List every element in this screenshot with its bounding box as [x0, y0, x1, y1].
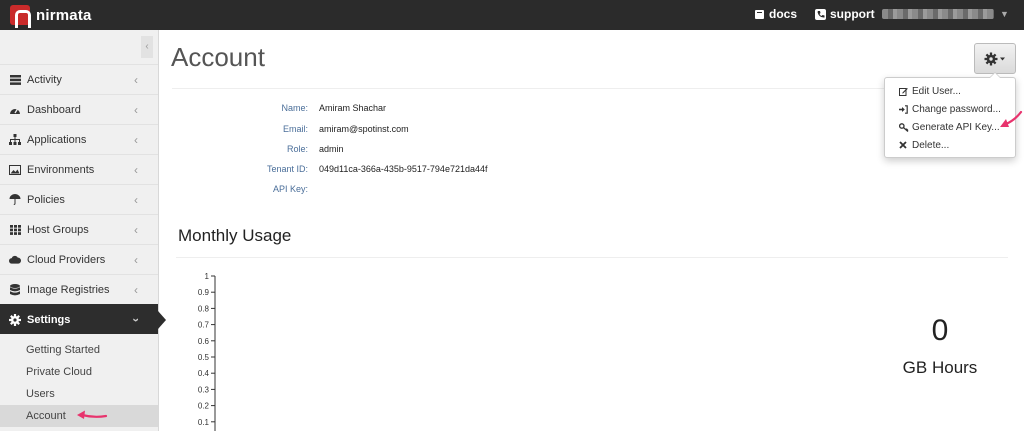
- sidebar-item-environments[interactable]: Environments ‹: [0, 154, 158, 184]
- sidebar-item-settings[interactable]: Settings ‹: [0, 304, 166, 334]
- gear-icon: [9, 313, 21, 326]
- sidebar-item-applications[interactable]: Applications ‹: [0, 124, 158, 154]
- usage-total-value: 0: [931, 314, 949, 347]
- y-tick-label: 0.7: [198, 321, 210, 330]
- y-tick-label: 0.5: [198, 353, 210, 362]
- chevron-left-icon: ‹: [134, 103, 138, 117]
- brand-name: nirmata: [36, 6, 92, 24]
- key-icon: [899, 122, 909, 132]
- role-value: admin: [319, 144, 344, 154]
- umbrella-icon: [9, 194, 21, 206]
- sidebar-item-image-registries[interactable]: Image Registries ‹: [0, 274, 158, 304]
- sitemap-icon: [9, 134, 21, 146]
- grid-icon: [9, 224, 21, 236]
- sidebar-item-label: Activity: [27, 73, 62, 86]
- sidebar-item-label: Environments: [27, 163, 95, 176]
- sidebar-item-dashboard[interactable]: Dashboard ‹: [0, 94, 158, 124]
- y-tick-label: 0.1: [198, 418, 210, 427]
- docs-link-label: docs: [769, 7, 798, 21]
- sidebar-item-label: Dashboard: [27, 103, 81, 116]
- y-tick-label: 0.8: [198, 304, 210, 313]
- menu-item-change-password[interactable]: Change password...: [885, 100, 1015, 118]
- tenant-id-value: 049d11ca-366a-435b-9517-794e721da44f: [319, 164, 488, 174]
- caret-down-icon: ▼: [1000, 9, 1009, 19]
- docs-link[interactable]: docs: [754, 7, 797, 21]
- sidebar-item-label: Applications: [27, 133, 87, 146]
- user-name-redacted: [882, 9, 994, 19]
- sidebar-item-host-groups[interactable]: Host Groups ‹: [0, 214, 158, 244]
- menu-item-label: Change password...: [912, 103, 1001, 115]
- gear-icon: [984, 52, 1005, 65]
- annotation-arrow-icon: [1000, 110, 1023, 127]
- sidebar-subitem-getting-started[interactable]: Getting Started: [0, 339, 158, 361]
- annotation-arrow-icon: [77, 410, 108, 419]
- divider: [176, 257, 1008, 258]
- chevron-down-icon: ‹: [128, 318, 142, 322]
- role-label: Role:: [286, 144, 308, 154]
- y-tick-label: 0.4: [198, 369, 210, 378]
- sidebar-item-label: Policies: [27, 193, 65, 206]
- sidebar-collapse-button[interactable]: ‹: [141, 36, 153, 58]
- edit-icon: [899, 87, 909, 96]
- name-label: Name:: [281, 103, 308, 113]
- cloud-icon: [9, 254, 21, 266]
- y-tick-label: 0.2: [198, 402, 210, 411]
- dashboard-icon: [9, 104, 21, 116]
- menu-item-label: Generate API Key...: [912, 121, 1000, 133]
- y-tick-label: 0.6: [198, 337, 210, 346]
- page-title: Account: [171, 42, 265, 72]
- usage-total-unit: GB Hours: [902, 358, 978, 377]
- chevron-left-icon: ‹: [134, 253, 138, 267]
- chevron-left-icon: ‹: [134, 283, 138, 297]
- chevron-left-icon: ‹: [134, 133, 138, 147]
- image-icon: [9, 164, 21, 176]
- close-icon: [899, 141, 909, 149]
- y-tick-label: 0.3: [198, 385, 210, 394]
- support-link[interactable]: support: [815, 7, 875, 21]
- sidebar-item-label: Image Registries: [27, 283, 110, 296]
- name-value: Amiram Shachar: [319, 103, 387, 113]
- list-icon: [9, 74, 21, 86]
- divider: [172, 88, 1008, 89]
- database-icon: [9, 283, 21, 296]
- top-navbar: nirmata docs support ▼: [0, 0, 1024, 30]
- y-tick-label: 0.9: [198, 288, 210, 297]
- chevron-left-icon: ‹: [134, 163, 138, 177]
- sign-in-icon: [899, 104, 909, 114]
- sidebar-item-activity[interactable]: Activity ‹: [0, 64, 158, 94]
- api-key-label: API Key:: [272, 184, 308, 194]
- chevron-left-icon: ‹: [134, 193, 138, 207]
- sidebar-item-policies[interactable]: Policies ‹: [0, 184, 158, 214]
- account-actions-button[interactable]: [974, 43, 1016, 74]
- nirmata-logo-icon: [10, 5, 31, 28]
- menu-item-label: Edit User...: [912, 85, 961, 97]
- sidebar-subitem-private-cloud[interactable]: Private Cloud: [0, 361, 158, 383]
- chevron-left-icon: ‹: [134, 223, 138, 237]
- email-value: amiram@spotinst.com: [319, 124, 409, 134]
- book-icon: [755, 9, 764, 19]
- sidebar-item-label: Host Groups: [27, 223, 89, 236]
- sidebar-subitem-users[interactable]: Users: [0, 383, 158, 405]
- sidebar-item-label: Settings: [27, 313, 71, 326]
- support-link-label: support: [830, 7, 875, 21]
- menu-item-generate-api-key[interactable]: Generate API Key...: [885, 118, 1015, 136]
- y-tick-label: 1: [205, 272, 210, 281]
- email-label: Email:: [282, 124, 308, 134]
- chevron-left-icon: ‹: [134, 73, 138, 87]
- sidebar-item-label: Cloud Providers: [27, 253, 106, 266]
- monthly-usage-title: Monthly Usage: [178, 226, 292, 245]
- phone-icon: [815, 8, 826, 20]
- monthly-usage-chart: 1 0.9 0.8 0.7 0.6 0.5 0.4 0.3 0.2 0.1: [198, 272, 216, 431]
- menu-item-edit-user[interactable]: Edit User...: [885, 82, 1015, 100]
- menu-item-label: Delete...: [912, 139, 950, 151]
- user-menu[interactable]: ▼: [882, 9, 1009, 19]
- brand-logo[interactable]: nirmata: [10, 5, 92, 28]
- sidebar-item-cloud-providers[interactable]: Cloud Providers ‹: [0, 244, 158, 274]
- tenant-id-label: Tenant ID:: [266, 164, 308, 174]
- menu-item-delete[interactable]: Delete...: [885, 136, 1015, 154]
